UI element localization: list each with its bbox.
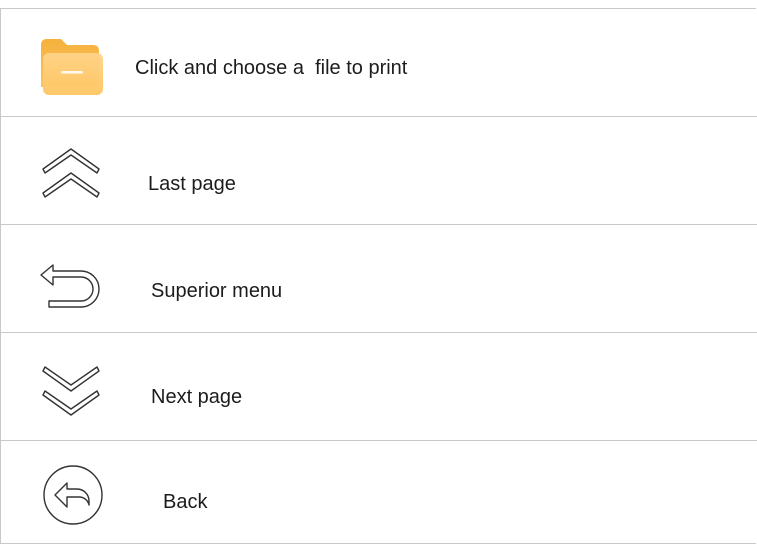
last-page-item[interactable]: Last page (1, 117, 757, 225)
folder-icon (41, 39, 103, 95)
back-item[interactable]: Back (1, 441, 757, 545)
superior-menu-item[interactable]: Superior menu (1, 225, 757, 333)
back-circle-icon (43, 465, 103, 525)
menu-list: Click and choose a file to print Last pa… (0, 8, 757, 545)
superior-menu-label: Superior menu (151, 280, 283, 302)
choose-file-label: Click and choose a file to print (135, 57, 408, 79)
double-chevron-down-icon (42, 366, 100, 416)
back-label: Back (163, 491, 208, 513)
double-chevron-up-icon (42, 148, 100, 198)
return-arrow-icon (40, 264, 100, 308)
next-page-item[interactable]: Next page (1, 333, 757, 441)
last-page-label: Last page (148, 173, 236, 195)
next-page-label: Next page (151, 386, 243, 408)
choose-file-item[interactable]: Click and choose a file to print (1, 9, 757, 117)
